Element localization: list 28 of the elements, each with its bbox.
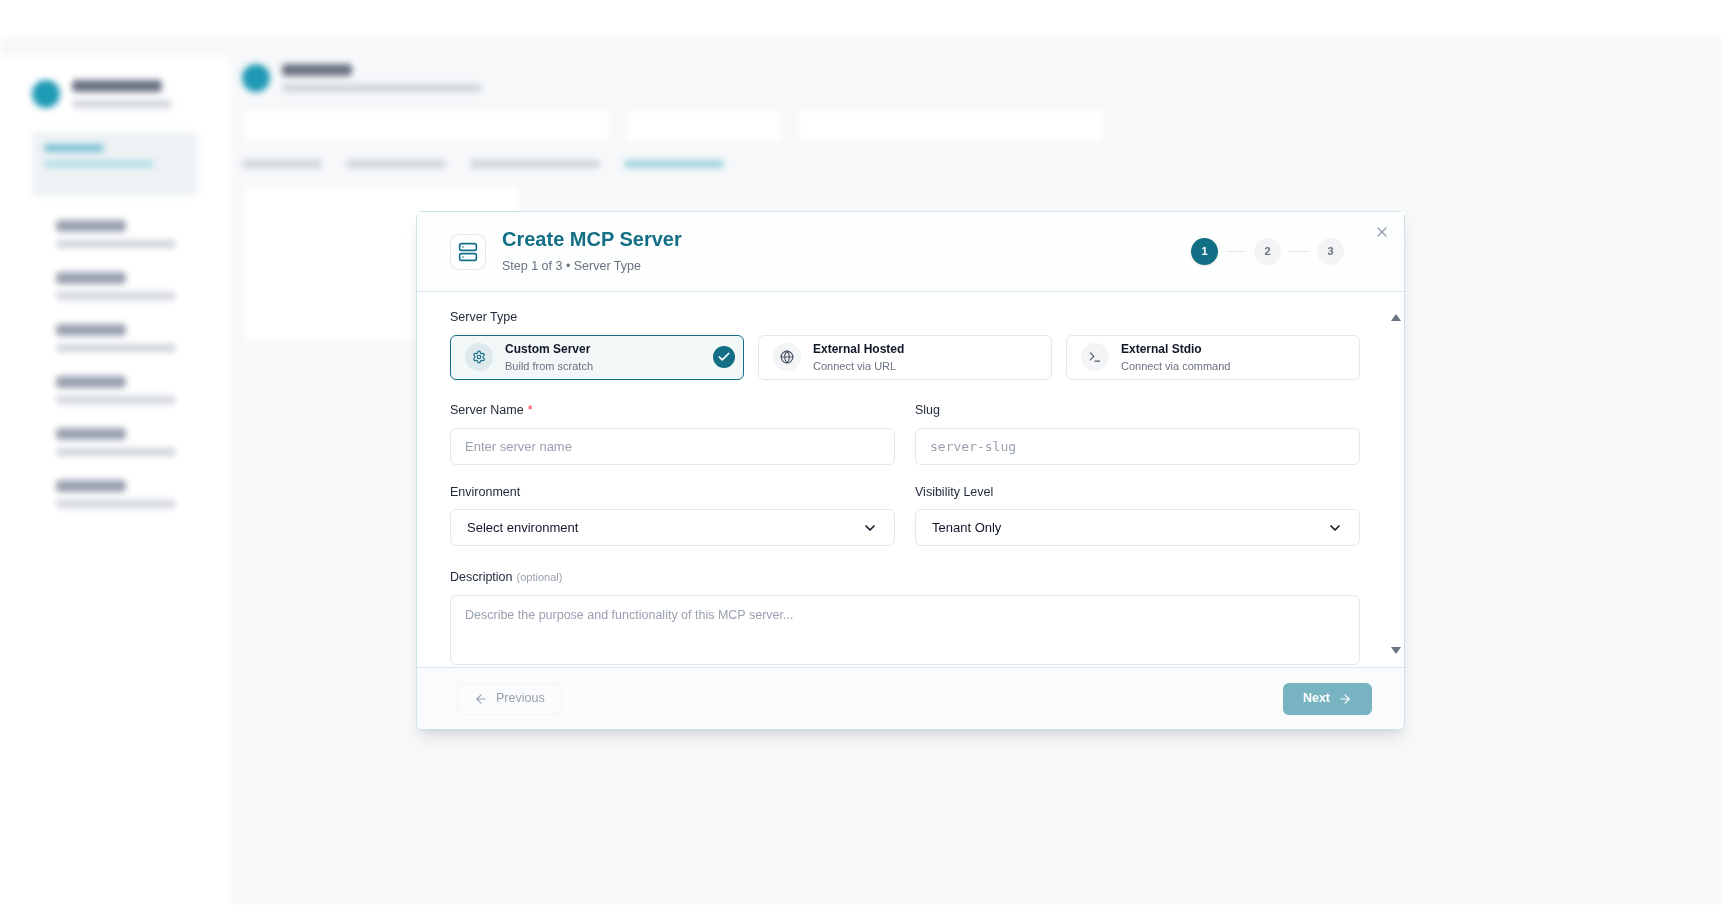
- dialog-subtitle: Step 1 of 3 • Server Type: [502, 258, 642, 276]
- input-field[interactable]: server-slug: [915, 427, 1360, 465]
- check-icon: [713, 345, 735, 368]
- scroll-up-icon[interactable]: [1391, 314, 1401, 321]
- required-mark: *: [527, 401, 533, 419]
- description-field[interactable]: Describe the purpose and functionality of this MCP server...: [450, 595, 1360, 665]
- section-label: Server Type: [450, 309, 519, 326]
- gear-icon: [472, 350, 486, 365]
- field-label: Slug: [915, 401, 941, 419]
- server-icon: [450, 233, 486, 270]
- globe-icon: [780, 350, 794, 365]
- step-indicator: 3: [1317, 238, 1344, 265]
- server-type-card[interactable]: Custom Server Build from scratch: [450, 334, 744, 380]
- step-indicator: 2: [1254, 238, 1281, 265]
- input-field[interactable]: Enter server name: [450, 427, 895, 465]
- terminal-icon: [1088, 350, 1102, 365]
- field-label: Server Name: [450, 401, 524, 419]
- optional-note: (optional): [516, 570, 563, 586]
- dialog-title: Create MCP Server: [502, 227, 683, 252]
- select-field[interactable]: Select environment: [450, 509, 895, 547]
- field-label: Description: [450, 569, 513, 587]
- scroll-down-icon[interactable]: [1391, 647, 1401, 654]
- select-field[interactable]: Tenant Only: [915, 509, 1360, 547]
- server-type-card[interactable]: External Stdio Connect via command: [1066, 334, 1360, 380]
- server-type-card[interactable]: External Hosted Connect via URL: [758, 334, 1052, 380]
- field-label: Environment: [450, 483, 521, 501]
- field-label: Visibility Level: [915, 483, 994, 501]
- step-indicator: 1: [1191, 238, 1218, 265]
